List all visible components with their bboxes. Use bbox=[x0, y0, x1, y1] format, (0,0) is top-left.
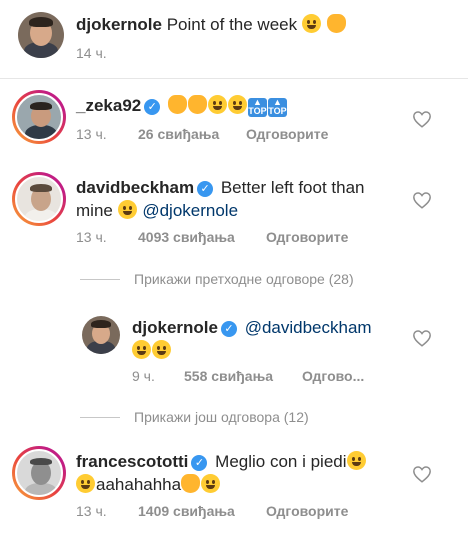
laughing-emoji-icon bbox=[207, 95, 227, 114]
comment-davidbeckham-reply-button[interactable]: Одговорите bbox=[266, 229, 348, 245]
comment-djokernole-reply-meta: 9 ч. 558 свиђања Одгово... bbox=[132, 368, 382, 386]
comment-davidbeckham-text: davidbeckham ✓ Better left foot than mine… bbox=[76, 176, 396, 222]
top-arrow-emoji-icon: ▲ TOP bbox=[267, 97, 287, 117]
clapping-emoji-icon bbox=[187, 95, 207, 114]
verified-badge-icon: ✓ bbox=[197, 181, 214, 197]
comment-zeka92-time: 13 ч. bbox=[76, 126, 107, 142]
avatar-zeka92[interactable] bbox=[12, 90, 66, 144]
tears-of-joy-emoji-icon bbox=[117, 200, 137, 219]
comment-zeka92-reply-button[interactable]: Одговорите bbox=[246, 126, 328, 142]
heart-outline-icon[interactable] bbox=[412, 110, 432, 128]
avatar-francescototti[interactable] bbox=[12, 446, 66, 500]
view-more-replies-button[interactable]: Прикажи још одговора (12) bbox=[80, 409, 410, 427]
caption-time: 14 ч. bbox=[76, 45, 107, 61]
grimacing-emoji-icon bbox=[76, 474, 95, 493]
caption-username[interactable]: djokernole bbox=[76, 15, 162, 34]
winking-emoji-icon bbox=[201, 474, 221, 493]
comment-davidbeckham-likes[interactable]: 4093 свиђања bbox=[138, 229, 235, 245]
replies-divider-line bbox=[80, 417, 120, 418]
post-caption: djokernole Point of the week 14 ч. bbox=[0, 0, 468, 78]
view-previous-replies-button[interactable]: Прикажи претходне одговоре (28) bbox=[80, 271, 410, 289]
comment-zeka92-text: _zeka92 ✓ ▲ TOP▲ TOP bbox=[76, 94, 406, 117]
comment-zeka92-likes[interactable]: 26 свиђања bbox=[138, 126, 219, 142]
clapping-emoji-icon bbox=[167, 95, 187, 114]
comment-davidbeckham-username[interactable]: davidbeckham bbox=[76, 178, 194, 197]
caption-divider bbox=[0, 78, 468, 79]
comment-davidbeckham-time: 13 ч. bbox=[76, 229, 107, 245]
laughing-emoji-icon bbox=[227, 95, 247, 114]
comment-francescototti-time: 13 ч. bbox=[76, 503, 107, 519]
tears-of-joy-emoji-icon bbox=[132, 340, 151, 359]
comment-zeka92-username[interactable]: _zeka92 bbox=[76, 96, 141, 115]
view-previous-replies-label[interactable]: Прикажи претходне одговоре (28) bbox=[134, 271, 354, 287]
mention-djokernole-link[interactable]: @djokernole bbox=[142, 201, 238, 220]
comment-djokernole-likes[interactable]: 558 свиђања bbox=[184, 368, 273, 384]
heart-outline-icon[interactable] bbox=[412, 191, 432, 209]
avatar-davidbeckham[interactable] bbox=[12, 172, 66, 226]
mention-davidbeckham-link[interactable]: @davidbeckham bbox=[245, 318, 372, 337]
comment-zeka92-meta: 13 ч. 26 свиђања Одговорите bbox=[76, 126, 376, 144]
comment-davidbeckham-body: Better left foot than bbox=[220, 178, 365, 197]
rofl-emoji-icon bbox=[152, 340, 171, 359]
view-more-replies-label[interactable]: Прикажи још одговора (12) bbox=[134, 409, 309, 425]
comment-francescototti-likes[interactable]: 1409 свиђања bbox=[138, 503, 235, 519]
comment-francescototti-body-line2: aahahahha bbox=[96, 475, 182, 494]
verified-badge-icon: ✓ bbox=[191, 455, 208, 471]
caption-text: djokernole Point of the week bbox=[76, 13, 456, 36]
raised-hands-emoji-icon bbox=[326, 14, 346, 33]
verified-badge-icon: ✓ bbox=[220, 321, 237, 337]
comment-francescototti-reply-button[interactable]: Одговорите bbox=[266, 503, 348, 519]
comment-davidbeckham-meta: 13 ч. 4093 свиђања Одговорите bbox=[76, 229, 376, 247]
avatar-djokernole[interactable] bbox=[18, 12, 64, 58]
comment-francescototti-body: Meglio con i piedi bbox=[215, 452, 347, 471]
comment-djokernole-time: 9 ч. bbox=[132, 368, 155, 384]
replies-divider-line bbox=[80, 279, 120, 280]
heart-outline-icon[interactable] bbox=[412, 329, 432, 347]
comment-francescototti-meta: 13 ч. 1409 свиђања Одговорите bbox=[76, 503, 376, 521]
caption-body: Point of the week bbox=[166, 15, 298, 34]
comment-djokernole-username[interactable]: djokernole bbox=[132, 318, 218, 337]
thumbs-up-emoji-icon bbox=[181, 474, 201, 493]
comment-djokernole-reply-button[interactable]: Одгово... bbox=[302, 368, 364, 384]
comment-davidbeckham-body-line2: mine bbox=[76, 201, 113, 220]
heart-outline-icon[interactable] bbox=[412, 465, 432, 483]
verified-badge-icon: ✓ bbox=[144, 99, 161, 115]
comment-djokernole-reply-text: djokernole ✓ @davidbeckham bbox=[132, 316, 402, 362]
comment-francescototti-text: francescototti ✓ Meglio con i piedi aahah… bbox=[76, 450, 406, 496]
comment-francescototti-username[interactable]: francescototti bbox=[76, 452, 188, 471]
avatar-djokernole-reply[interactable] bbox=[82, 316, 120, 354]
top-arrow-emoji-icon: ▲ TOP bbox=[247, 97, 267, 117]
grimacing-emoji-icon bbox=[346, 451, 366, 470]
rofl-emoji-icon bbox=[301, 14, 321, 33]
